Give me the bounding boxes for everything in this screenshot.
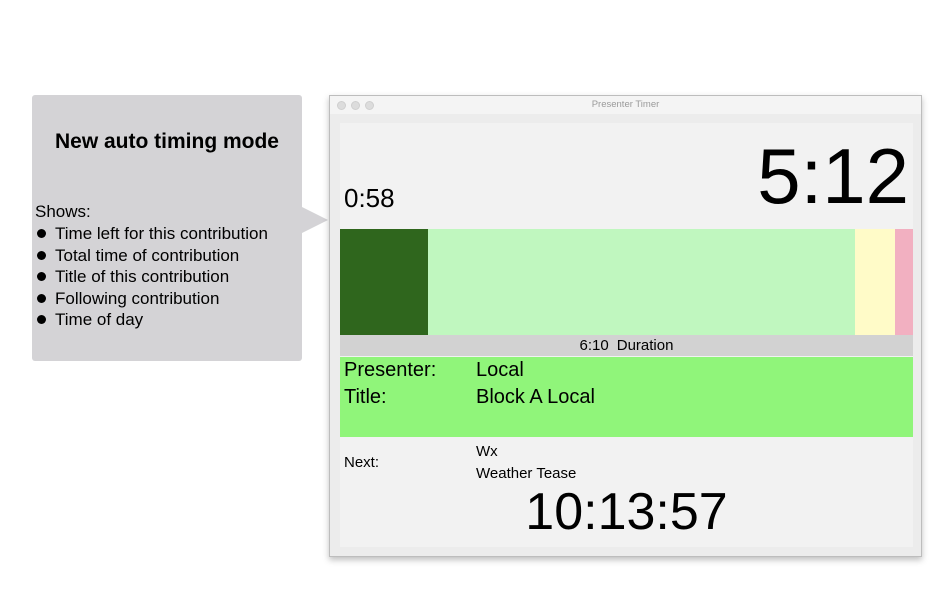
duration-label: Duration (616, 337, 674, 354)
presenter-timer-window: Presenter Timer 0:58 5:12 6:10 Duration P… (329, 95, 922, 557)
progress-overtime-segment (895, 229, 913, 335)
bullet-icon (37, 272, 46, 282)
title-value: Block A Local (476, 386, 595, 408)
time-of-day-clock: 10:13:57 (525, 483, 728, 541)
callout-list-item: Total time of contribution (35, 245, 268, 267)
timer-display: 0:58 5:12 6:10 Duration Presenter: Local … (340, 123, 913, 547)
current-contribution-panel: Presenter: Local Title: Block A Local (340, 357, 913, 437)
window-title: Presenter Timer (591, 99, 660, 110)
callout-list-item: Time left for this contribution (35, 223, 268, 245)
bullet-icon (37, 229, 46, 239)
window-titlebar[interactable]: Presenter Timer (330, 96, 921, 114)
progress-remaining-segment (428, 229, 855, 335)
progress-warning-segment (855, 229, 895, 335)
callout-pointer-arrow (302, 207, 328, 233)
duration-row: 6:10 Duration (340, 335, 913, 356)
next-title: Weather Tease (476, 465, 577, 482)
callout-list-item: Following contribution (35, 288, 268, 310)
total-time-readout: 5:12 (757, 132, 909, 220)
presenter-label: Presenter: (344, 359, 437, 381)
callout-feature-list: Time left for this contribution Total ti… (35, 223, 268, 331)
callout-list-item: Title of this contribution (35, 266, 268, 288)
bullet-icon (37, 293, 46, 303)
callout-shows-label: Shows: (35, 202, 91, 221)
feature-callout: New auto timing mode Shows: Time left fo… (32, 95, 302, 361)
presenter-value: Local (476, 359, 524, 381)
time-left-readout: 0:58 (344, 183, 395, 213)
bullet-icon (37, 250, 46, 260)
callout-title: New auto timing mode (54, 130, 279, 153)
progress-bar (340, 229, 913, 335)
next-label: Next: (344, 454, 380, 471)
callout-list-item: Time of day (35, 309, 268, 331)
bullet-icon (37, 315, 46, 325)
duration-value: 6:10 (579, 337, 609, 354)
title-label: Title: (344, 386, 387, 408)
next-presenter: Wx (476, 443, 498, 460)
progress-elapsed-segment (340, 229, 428, 335)
